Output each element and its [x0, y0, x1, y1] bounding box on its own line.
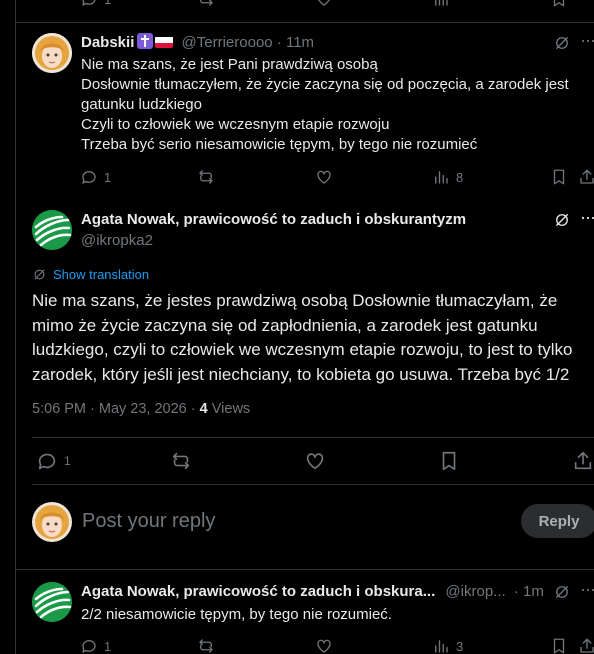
grok-icon[interactable]: [553, 211, 571, 229]
show-translation-link[interactable]: Show translation: [53, 267, 149, 282]
display-name[interactable]: Agata Nowak, prawicowość to zaduch i obs…: [81, 211, 466, 228]
reply-input[interactable]: Post your reply: [82, 510, 215, 533]
share-action[interactable]: [572, 450, 594, 472]
bar-chart-icon: [432, 637, 450, 654]
views-label: Views: [211, 401, 251, 417]
show-translation[interactable]: Show translation: [32, 267, 149, 282]
avatar[interactable]: [32, 210, 72, 250]
translate-icon: [32, 267, 47, 282]
divider: [15, 569, 594, 570]
reply-action[interactable]: 1: [36, 450, 71, 472]
cross-emoji: [137, 33, 154, 49]
views-count: 4: [199, 401, 208, 417]
repost-action[interactable]: [197, 0, 215, 8]
bookmark-icon: [438, 450, 460, 472]
thread-view: 1 Dabskii @Terrieroooo · 11m ···: [0, 0, 594, 654]
display-name[interactable]: Agata Nowak, prawicowość to zaduch i obs…: [81, 583, 435, 600]
divider: [15, 22, 594, 23]
views-action[interactable]: 8: [432, 168, 463, 186]
repost-action[interactable]: [197, 637, 215, 654]
separator: ·: [513, 583, 519, 600]
avatar-image: [32, 502, 72, 542]
repost-icon: [170, 450, 192, 472]
handle[interactable]: @ikrop...: [445, 583, 505, 600]
share-action[interactable]: [578, 168, 594, 186]
repost-action[interactable]: [170, 450, 192, 472]
reply-line: Trzeba być serio niesamowicie tępym, by …: [81, 136, 478, 153]
post-timestamp[interactable]: 5:06 PM · May 23, 2026 ·: [32, 401, 196, 417]
reply-header: Dabskii @Terrieroooo · 11m: [81, 33, 314, 51]
repost-icon: [197, 637, 215, 654]
reply-line: Czyli to człowiek we wczesnym etapie roz…: [81, 116, 390, 133]
like-action[interactable]: [315, 637, 333, 654]
timestamp[interactable]: 1m: [523, 583, 544, 600]
avatar-image: [32, 210, 72, 250]
more-icon[interactable]: ···: [580, 579, 594, 600]
composer-avatar: [32, 502, 72, 542]
grok-icon[interactable]: [553, 583, 571, 601]
like-action[interactable]: [304, 450, 326, 472]
share-action[interactable]: [578, 637, 594, 654]
bookmark-action[interactable]: [550, 0, 568, 8]
reply-icon: [80, 168, 98, 186]
heart-icon: [315, 637, 333, 654]
separator: ·: [276, 34, 282, 51]
bar-chart-icon: [432, 0, 450, 8]
divider: [32, 437, 594, 438]
reply-line: Nie ma szans, że jest Pani prawdziwą oso…: [81, 56, 378, 73]
bookmark-action[interactable]: [550, 168, 568, 186]
reply-header: Agata Nowak, prawicowość to zaduch i obs…: [81, 583, 544, 600]
like-action[interactable]: [315, 0, 333, 8]
views-action[interactable]: [432, 0, 450, 8]
reply-icon: [80, 637, 98, 654]
repost-action[interactable]: [197, 168, 215, 186]
divider: [32, 484, 594, 485]
grok-icon[interactable]: [553, 34, 571, 52]
bookmark-icon: [550, 0, 568, 8]
heart-icon: [304, 450, 326, 472]
repost-icon: [197, 168, 215, 186]
handle[interactable]: @ikropka2: [81, 232, 153, 249]
bookmark-icon: [550, 637, 568, 654]
share-icon: [578, 168, 594, 186]
reply-icon: [36, 450, 58, 472]
bookmark-action[interactable]: [550, 637, 568, 654]
bookmark-action[interactable]: [438, 450, 460, 472]
heart-icon: [315, 0, 333, 8]
poland-flag: [155, 36, 174, 48]
thread-left-border: [15, 0, 16, 654]
post-meta: 5:06 PM · May 23, 2026 · 4 Views: [32, 401, 250, 417]
reply-action[interactable]: 1: [80, 0, 111, 8]
like-action[interactable]: [315, 168, 333, 186]
reply-icon: [80, 0, 98, 8]
handle[interactable]: @Terrieroooo: [182, 34, 273, 51]
reply-action[interactable]: 1: [80, 168, 111, 186]
more-icon[interactable]: ···: [580, 30, 594, 51]
post-text: Nie ma szans, że jestes prawdziwą osobą …: [32, 291, 573, 384]
reply-text: 2/2 niesamowicie tępym, by tego nie rozu…: [81, 606, 392, 623]
reply-line: Dosłownie tłumaczyłem, że życie zaczyna …: [81, 76, 569, 93]
timestamp[interactable]: 11m: [286, 34, 314, 51]
repost-icon: [197, 0, 215, 8]
avatar[interactable]: [32, 33, 72, 73]
reply-button[interactable]: Reply: [521, 504, 594, 538]
heart-icon: [315, 168, 333, 186]
display-name[interactable]: Dabskii: [81, 34, 134, 51]
share-icon: [578, 637, 594, 654]
reply-action[interactable]: 1: [80, 637, 111, 654]
avatar[interactable]: [32, 582, 72, 622]
reply-text: Nie ma szans, że jest Pani prawdziwą oso…: [81, 55, 591, 155]
reply-line: gatunku ludzkiego: [81, 96, 202, 113]
bookmark-icon: [550, 168, 568, 186]
avatar-image: [32, 582, 72, 622]
share-icon: [572, 450, 594, 472]
more-icon[interactable]: ···: [580, 207, 594, 228]
bar-chart-icon: [432, 168, 450, 186]
views-action[interactable]: 3: [432, 637, 463, 654]
avatar-image: [32, 33, 72, 73]
